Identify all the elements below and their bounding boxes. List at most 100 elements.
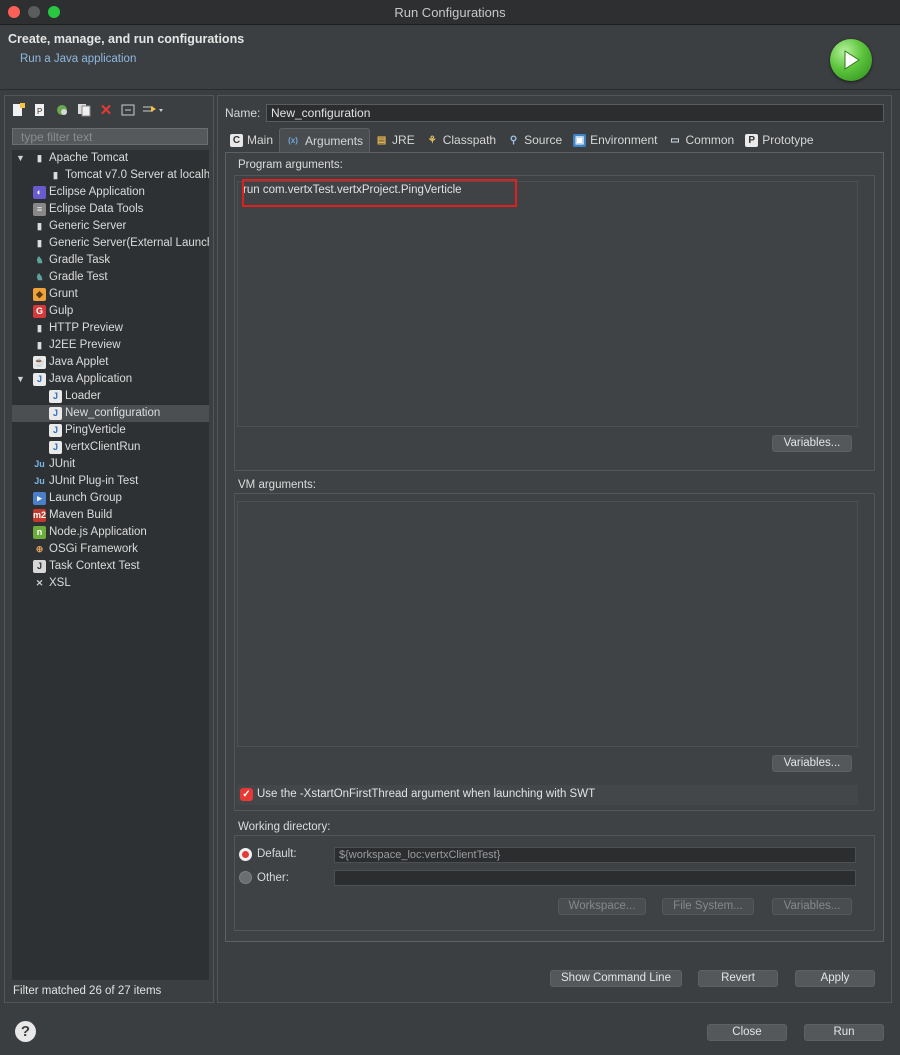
tree-item[interactable]: J PingVerticle [12, 422, 209, 439]
show-command-line-button[interactable]: Show Command Line [550, 970, 682, 987]
prototype-tab-icon: P [745, 133, 759, 147]
tab-label: JRE [392, 133, 415, 147]
tree-item-label: Launch Group [49, 492, 122, 504]
run-button[interactable]: Run [804, 1024, 884, 1041]
workspace-button[interactable]: Workspace... [558, 898, 646, 915]
tab-source[interactable]: ⚲ Source [502, 128, 568, 152]
tree-item-label: Gradle Task [49, 254, 111, 266]
tree-item-label: Gulp [49, 305, 74, 317]
dialog-title: Create, manage, and run configurations [8, 32, 245, 46]
source-tab-icon: ⚲ [509, 134, 518, 146]
close-button[interactable]: Close [707, 1024, 787, 1041]
tree-item[interactable]: n Node.js Application [12, 524, 209, 541]
tree-item[interactable]: Ju JUnit Plug-in Test [12, 473, 209, 490]
tree-item[interactable]: ◐ Eclipse Application [12, 184, 209, 201]
program-variables-button[interactable]: Variables... [772, 435, 852, 452]
expand-toggle-icon[interactable]: ▼ [16, 150, 26, 167]
tab-jre[interactable]: ▤ JRE [370, 128, 421, 152]
tab-label: Arguments [305, 133, 364, 148]
new-config-icon[interactable] [9, 102, 27, 118]
name-field[interactable]: New_configuration [266, 104, 884, 122]
other-directory-field[interactable] [334, 870, 856, 886]
server-icon: ▮ [53, 170, 58, 180]
swt-checkbox[interactable]: ✓ [240, 788, 253, 801]
tree-item[interactable]: J Task Context Test [12, 558, 209, 575]
tab-label: Classpath [442, 133, 497, 147]
tree-item[interactable]: ⊕ OSGi Framework [12, 541, 209, 558]
common-tab-icon: ▭ [670, 134, 680, 146]
tree-item[interactable]: ≡ Eclipse Data Tools [12, 201, 209, 218]
tree-item[interactable]: ▮ HTTP Preview [12, 320, 209, 337]
tree-item[interactable]: G Gulp [12, 303, 209, 320]
tree-item[interactable]: JvertxClientRun [12, 439, 209, 456]
tree-item[interactable]: ☕ Java Applet [12, 354, 209, 371]
tab-main[interactable]: C Main [225, 128, 279, 152]
revert-button[interactable]: Revert [698, 970, 778, 987]
filter-status: Filter matched 26 of 27 items [13, 985, 162, 997]
tree-item[interactable]: ▼ J Java Application [12, 371, 209, 388]
export-config-icon[interactable] [53, 102, 71, 118]
arguments-tab-icon: (x) [288, 136, 298, 145]
working-directory-label: Working directory: [238, 821, 331, 833]
other-radio[interactable] [239, 871, 252, 884]
tree-item[interactable]: ▮ Generic Server(External Launch) [12, 235, 209, 252]
tab-prototype[interactable]: P Prototype [740, 128, 819, 152]
tree-item[interactable]: ▮ Tomcat v7.0 Server at localhost [12, 167, 209, 184]
tree-item[interactable]: ✕ XSL [12, 575, 209, 592]
tree-item[interactable]: Ju JUnit [12, 456, 209, 473]
file-system-button[interactable]: File System... [662, 898, 754, 915]
filter-menu-icon[interactable] [141, 102, 167, 118]
apply-button[interactable]: Apply [795, 970, 875, 987]
java-app-icon: J [49, 424, 62, 437]
tree-item[interactable]: ♞ Gradle Task [12, 252, 209, 269]
default-radio[interactable] [239, 848, 252, 861]
program-arguments-input[interactable]: run com.vertxTest.vertxProject.PingVerti… [237, 181, 858, 427]
server-icon: ▮ [37, 340, 42, 350]
tree-item[interactable]: m2 Maven Build [12, 507, 209, 524]
workdir-variables-button[interactable]: Variables... [772, 898, 852, 915]
expand-toggle-icon[interactable]: ▼ [16, 371, 26, 388]
config-toolbar: P ✕ [9, 100, 167, 120]
program-arguments-label: Program arguments: [238, 159, 343, 171]
tree-item[interactable]: J New_configuration [12, 405, 209, 422]
tree-item-label: Java Application [49, 373, 133, 385]
tree-item-label: Maven Build [49, 509, 113, 521]
new-prototype-icon[interactable]: P [31, 102, 49, 118]
database-icon: ≡ [33, 203, 46, 216]
tree-item-label: PingVerticle [65, 424, 126, 436]
tree-item[interactable]: ▼ ▮ Apache Tomcat [12, 150, 209, 167]
server-icon: ▮ [37, 221, 42, 231]
tree-item[interactable]: ◆ Grunt [12, 286, 209, 303]
tab-classpath[interactable]: ⚘ Classpath [421, 128, 502, 152]
tab-common[interactable]: ▭ Common [664, 128, 741, 152]
tree-item-label: New_configuration [65, 407, 161, 419]
tree-item-label: vertxClientRun [65, 441, 141, 453]
tab-label: Environment [590, 133, 658, 147]
tree-item[interactable]: ▮ J2EE Preview [12, 337, 209, 354]
tree-item-label: Gradle Test [49, 271, 108, 283]
vm-arguments-input[interactable] [237, 501, 858, 747]
filter-input[interactable]: type filter text [12, 128, 208, 145]
tab-label: Main [247, 133, 274, 147]
tree-item[interactable]: ▮ Generic Server [12, 218, 209, 235]
tab-arguments[interactable]: (x) Arguments [279, 128, 371, 152]
duplicate-config-icon[interactable] [75, 102, 93, 118]
tree-item-label: Eclipse Application [49, 186, 145, 198]
nodejs-icon: n [33, 526, 46, 539]
other-label: Other: [257, 872, 289, 884]
osgi-icon: ⊕ [35, 544, 44, 554]
tree-item[interactable]: ♞ Gradle Test [12, 269, 209, 286]
swt-checkbox-label: Use the -XstartOnFirstThread argument wh… [257, 788, 596, 800]
tree-item[interactable]: ▸ Launch Group [12, 490, 209, 507]
launch-group-icon: ▸ [33, 492, 46, 505]
xsl-icon: ✕ [35, 578, 44, 588]
help-icon[interactable]: ? [15, 1021, 36, 1042]
tree-item[interactable]: J Loader [12, 388, 209, 405]
tree-item-label: OSGi Framework [49, 543, 138, 555]
tree-item-label: JUnit Plug-in Test [49, 475, 139, 487]
vm-variables-button[interactable]: Variables... [772, 755, 852, 772]
collapse-all-icon[interactable] [119, 102, 137, 118]
tab-environment[interactable]: ▣ Environment [568, 128, 663, 152]
tree-item-label: Java Applet [49, 356, 109, 368]
delete-config-icon[interactable]: ✕ [97, 102, 115, 119]
